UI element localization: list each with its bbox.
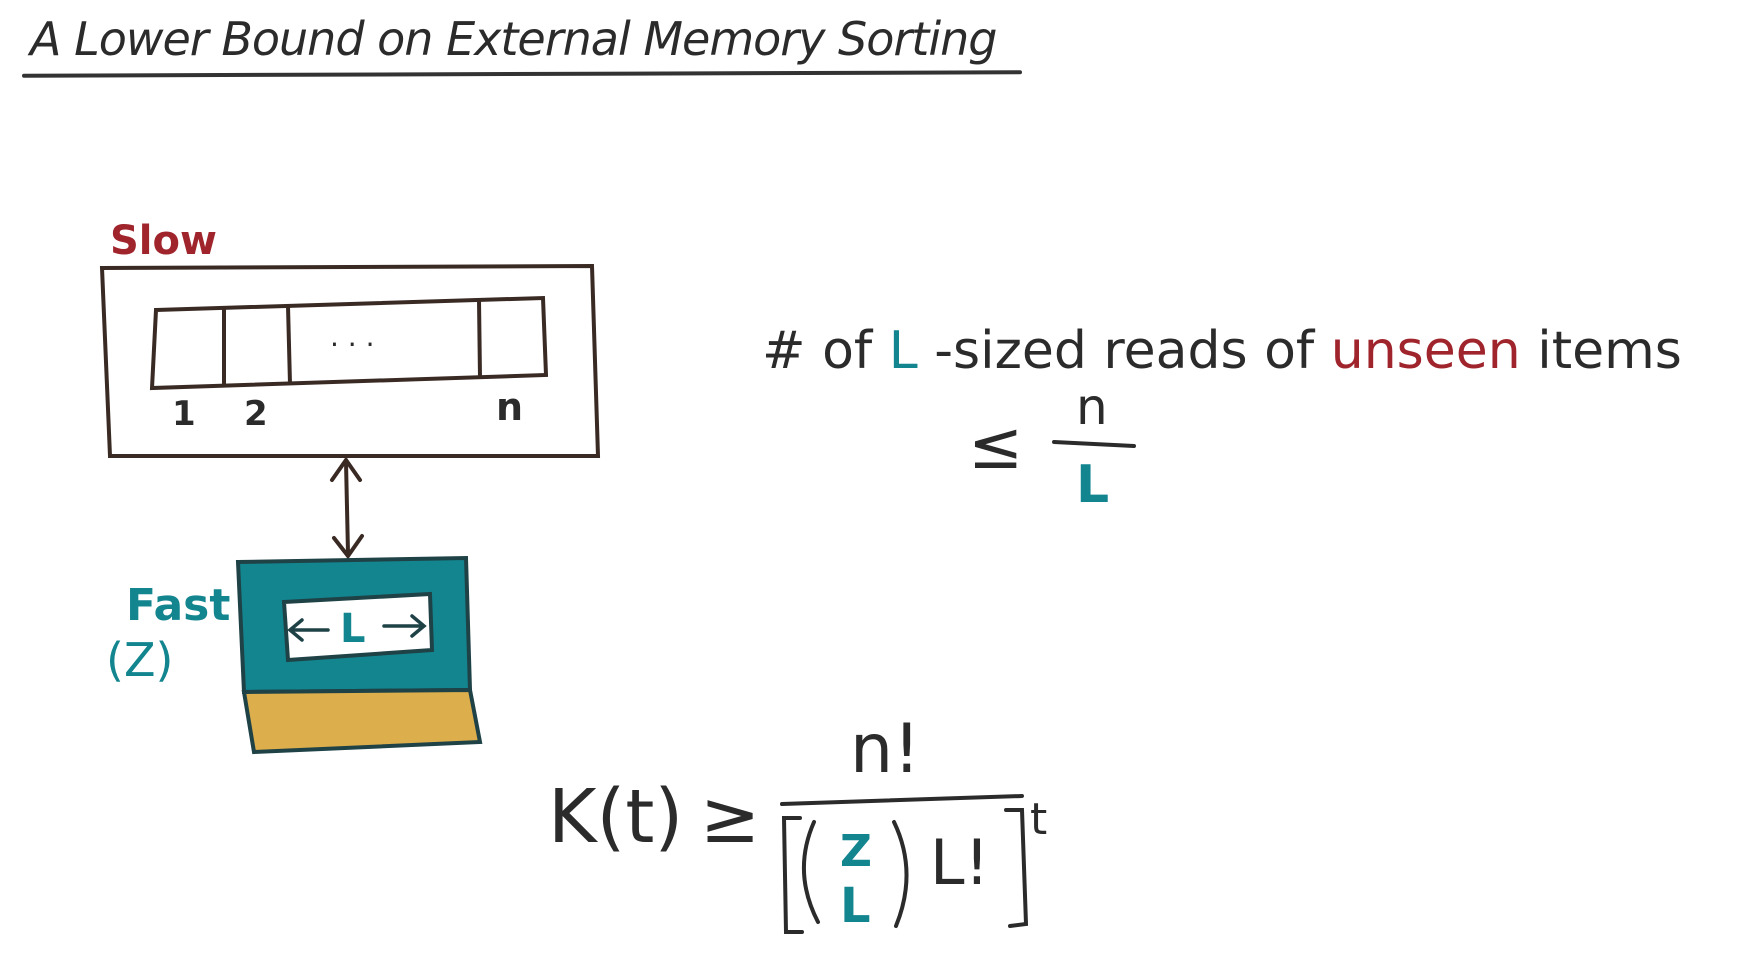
bound-numerator: n! bbox=[850, 710, 920, 789]
bound-exponent: t bbox=[1030, 794, 1047, 845]
bound-fraction-bar bbox=[780, 794, 1024, 806]
bound-formula: K(t) ≥ n! Z L L! t bbox=[548, 710, 1047, 934]
bound-relation: ≥ bbox=[700, 775, 760, 859]
bound-factorial: L! bbox=[930, 826, 989, 899]
bound-lhs: K(t) bbox=[548, 774, 683, 860]
binomial-top: Z bbox=[840, 826, 872, 877]
binomial-bottom: L bbox=[840, 878, 871, 934]
